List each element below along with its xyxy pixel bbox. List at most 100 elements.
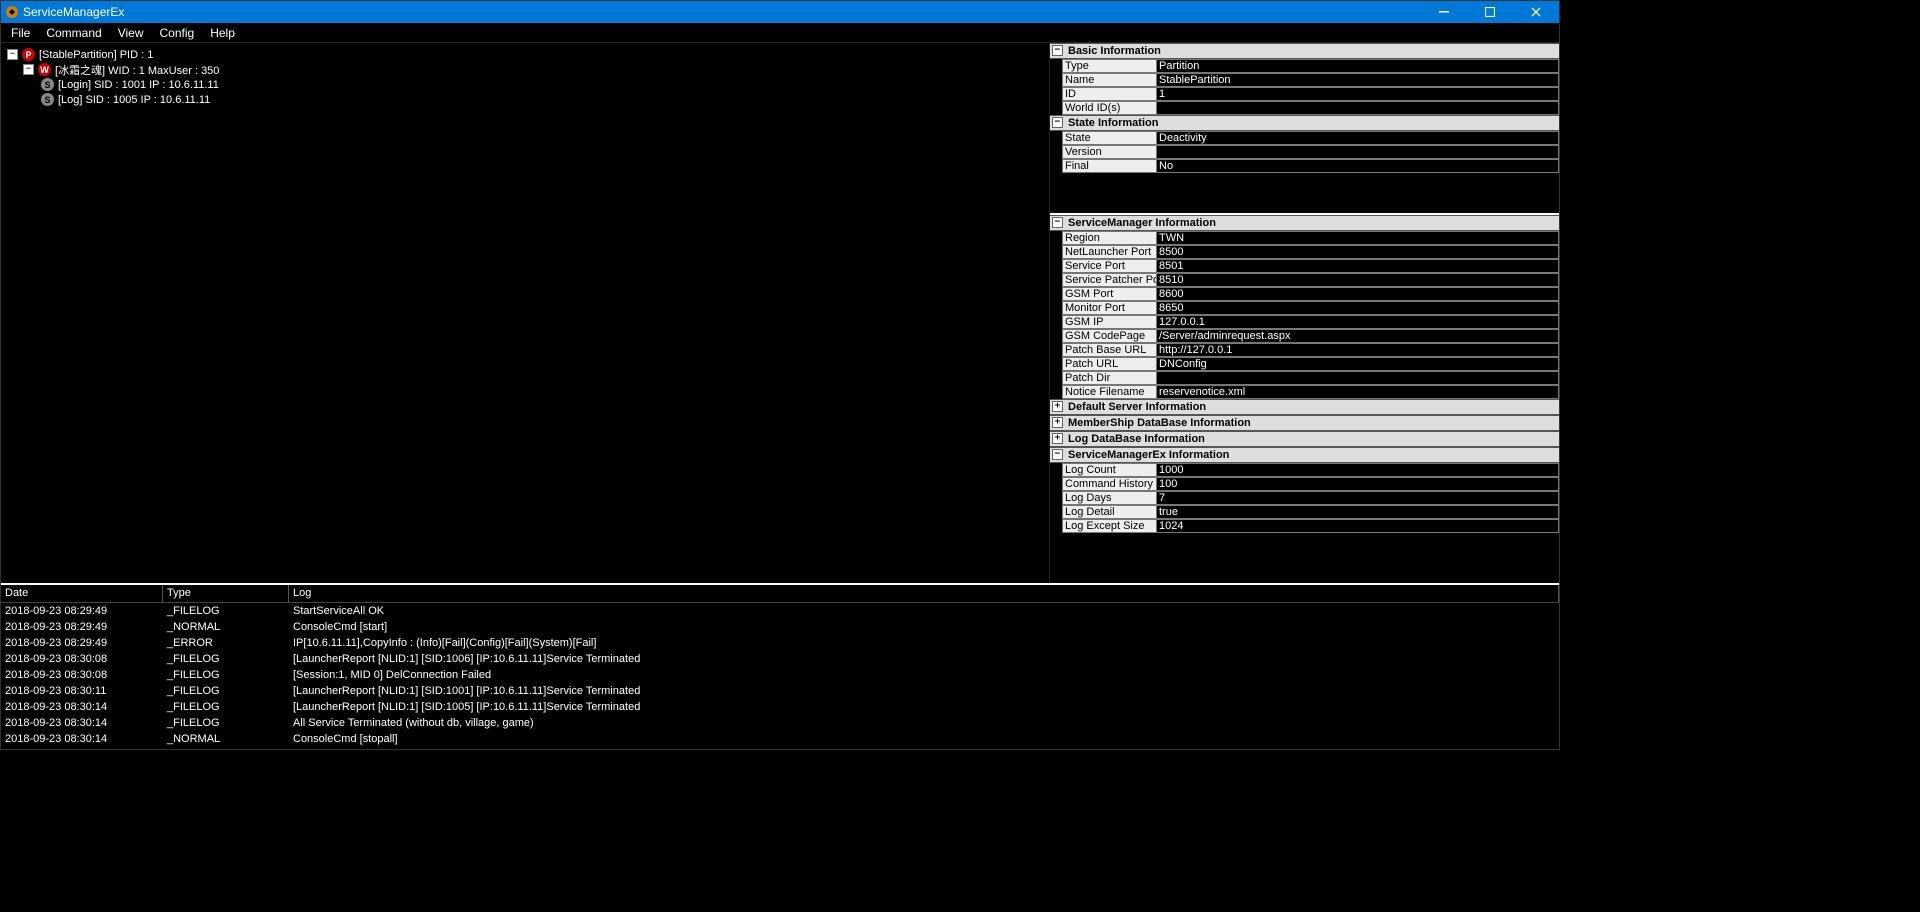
- property-row[interactable]: StateDeactivity: [1050, 131, 1559, 145]
- log-header-log[interactable]: Log: [289, 585, 1559, 602]
- property-value[interactable]: DNConfig: [1157, 357, 1559, 371]
- section-default-server-information[interactable]: + Default Server Information: [1050, 399, 1559, 415]
- property-value[interactable]: Partition: [1157, 59, 1559, 73]
- property-value[interactable]: No: [1157, 159, 1559, 173]
- property-row[interactable]: NetLauncher Port8500: [1050, 245, 1559, 259]
- log-row[interactable]: 2018-09-23 08:30:14_FILELOG[LauncherRepo…: [1, 699, 1559, 715]
- property-row[interactable]: Log Except Size1024: [1050, 519, 1559, 533]
- tree-node-partition[interactable]: P [StablePartition] PID : 1: [7, 47, 1043, 62]
- property-value[interactable]: 1024: [1157, 519, 1559, 533]
- menu-config[interactable]: Config: [152, 24, 203, 42]
- tree-node-login[interactable]: S [Login] SID : 1001 IP : 10.6.11.11: [7, 77, 1043, 92]
- property-row[interactable]: Service Port8501: [1050, 259, 1559, 273]
- property-row[interactable]: Log Detailtrue: [1050, 505, 1559, 519]
- tree-panel[interactable]: P [StablePartition] PID : 1 W [冰霜之魂] WID…: [1, 43, 1049, 583]
- property-value[interactable]: [1157, 371, 1559, 385]
- window-title: ServiceManagerEx: [23, 5, 1421, 19]
- property-row[interactable]: Command History ...100: [1050, 477, 1559, 491]
- world-badge-icon: W: [38, 63, 51, 76]
- property-row[interactable]: RegionTWN: [1050, 231, 1559, 245]
- tree-collapse-icon[interactable]: [23, 64, 34, 75]
- property-value[interactable]: http://127.0.0.1: [1157, 343, 1559, 357]
- log-row[interactable]: 2018-09-23 08:30:08_FILELOG[Session:1, M…: [1, 667, 1559, 683]
- property-row[interactable]: Log Count1000: [1050, 463, 1559, 477]
- log-header[interactable]: Date Type Log: [1, 585, 1559, 603]
- log-row[interactable]: 2018-09-23 08:30:08_FILELOG[LauncherRepo…: [1, 651, 1559, 667]
- menu-view[interactable]: View: [110, 24, 152, 42]
- property-value[interactable]: 8650: [1157, 301, 1559, 315]
- property-row[interactable]: World ID(s): [1050, 101, 1559, 115]
- property-row[interactable]: TypePartition: [1050, 59, 1559, 73]
- expand-icon[interactable]: +: [1052, 401, 1063, 412]
- section-membership-database-information[interactable]: + MemberShip DataBase Information: [1050, 415, 1559, 431]
- property-value[interactable]: 127.0.0.1: [1157, 315, 1559, 329]
- property-row[interactable]: Patch URLDNConfig: [1050, 357, 1559, 371]
- section-state-information[interactable]: − State Information: [1050, 115, 1559, 131]
- section-title: State Information: [1068, 117, 1158, 129]
- property-row[interactable]: Service Patcher Port8510: [1050, 273, 1559, 287]
- property-value[interactable]: 8510: [1157, 273, 1559, 287]
- property-row[interactable]: GSM CodePage/Server/adminrequest.aspx: [1050, 329, 1559, 343]
- collapse-icon[interactable]: −: [1052, 217, 1063, 228]
- log-rows[interactable]: 2018-09-23 08:29:49_FILELOGStartServiceA…: [1, 603, 1559, 749]
- minimize-button[interactable]: [1421, 1, 1467, 23]
- property-row[interactable]: GSM IP127.0.0.1: [1050, 315, 1559, 329]
- section-log-database-information[interactable]: + Log DataBase Information: [1050, 431, 1559, 447]
- maximize-button[interactable]: [1467, 1, 1513, 23]
- property-panel: − Basic Information TypePartitionNameSta…: [1049, 43, 1559, 583]
- section-servicemanagerex-information[interactable]: − ServiceManagerEx Information: [1050, 447, 1559, 463]
- log-row[interactable]: 2018-09-23 08:30:14_FILELOGAll Service T…: [1, 715, 1559, 731]
- property-value[interactable]: true: [1157, 505, 1559, 519]
- property-row[interactable]: Version: [1050, 145, 1559, 159]
- partition-badge-icon: P: [22, 48, 35, 61]
- log-row[interactable]: 2018-09-23 08:30:11_FILELOG[LauncherRepo…: [1, 683, 1559, 699]
- property-value[interactable]: 8501: [1157, 259, 1559, 273]
- property-value[interactable]: /Server/adminrequest.aspx: [1157, 329, 1559, 343]
- property-value[interactable]: 1000: [1157, 463, 1559, 477]
- expand-icon[interactable]: +: [1052, 417, 1063, 428]
- log-cell-date: 2018-09-23 08:29:49: [1, 605, 163, 617]
- log-row[interactable]: 2018-09-23 08:29:49_NORMALConsoleCmd [st…: [1, 619, 1559, 635]
- collapse-icon[interactable]: −: [1052, 45, 1063, 56]
- property-row[interactable]: Monitor Port8650: [1050, 301, 1559, 315]
- menu-command[interactable]: Command: [38, 24, 109, 42]
- log-header-type[interactable]: Type: [163, 585, 289, 602]
- property-key: Final: [1062, 159, 1157, 173]
- property-value[interactable]: 7: [1157, 491, 1559, 505]
- titlebar[interactable]: ServiceManagerEx: [1, 1, 1559, 23]
- collapse-icon[interactable]: −: [1052, 449, 1063, 460]
- property-row[interactable]: GSM Port8600: [1050, 287, 1559, 301]
- property-value[interactable]: 8600: [1157, 287, 1559, 301]
- log-row[interactable]: 2018-09-23 08:29:49_FILELOGStartServiceA…: [1, 603, 1559, 619]
- property-row[interactable]: Log Days7: [1050, 491, 1559, 505]
- expand-icon[interactable]: +: [1052, 433, 1063, 444]
- property-value[interactable]: TWN: [1157, 231, 1559, 245]
- property-row[interactable]: FinalNo: [1050, 159, 1559, 173]
- log-row[interactable]: 2018-09-23 08:29:49_ERRORIP[10.6.11.11],…: [1, 635, 1559, 651]
- tree-node-world[interactable]: W [冰霜之魂] WID : 1 MaxUser : 350: [7, 62, 1043, 77]
- property-row[interactable]: Notice Filenamereservenotice.xml: [1050, 385, 1559, 399]
- property-value[interactable]: 1: [1157, 87, 1559, 101]
- property-row[interactable]: ID1: [1050, 87, 1559, 101]
- property-value[interactable]: reservenotice.xml: [1157, 385, 1559, 399]
- property-value[interactable]: 8500: [1157, 245, 1559, 259]
- menu-file[interactable]: File: [3, 24, 38, 42]
- collapse-icon[interactable]: −: [1052, 117, 1063, 128]
- log-cell-date: 2018-09-23 08:30:14: [1, 733, 163, 745]
- section-servicemanager-information[interactable]: − ServiceManager Information: [1050, 215, 1559, 231]
- close-button[interactable]: [1513, 1, 1559, 23]
- tree-collapse-icon[interactable]: [7, 49, 18, 60]
- property-value[interactable]: [1157, 145, 1559, 159]
- property-value[interactable]: 100: [1157, 477, 1559, 491]
- property-value[interactable]: StablePartition: [1157, 73, 1559, 87]
- tree-node-log[interactable]: S [Log] SID : 1005 IP : 10.6.11.11: [7, 92, 1043, 107]
- property-row[interactable]: Patch Dir: [1050, 371, 1559, 385]
- property-row[interactable]: NameStablePartition: [1050, 73, 1559, 87]
- section-basic-information[interactable]: − Basic Information: [1050, 43, 1559, 59]
- menu-help[interactable]: Help: [202, 24, 243, 42]
- log-row[interactable]: 2018-09-23 08:30:14_NORMALConsoleCmd [st…: [1, 731, 1559, 747]
- property-value[interactable]: Deactivity: [1157, 131, 1559, 145]
- property-row[interactable]: Patch Base URLhttp://127.0.0.1: [1050, 343, 1559, 357]
- log-header-date[interactable]: Date: [1, 585, 163, 602]
- property-value[interactable]: [1157, 101, 1559, 115]
